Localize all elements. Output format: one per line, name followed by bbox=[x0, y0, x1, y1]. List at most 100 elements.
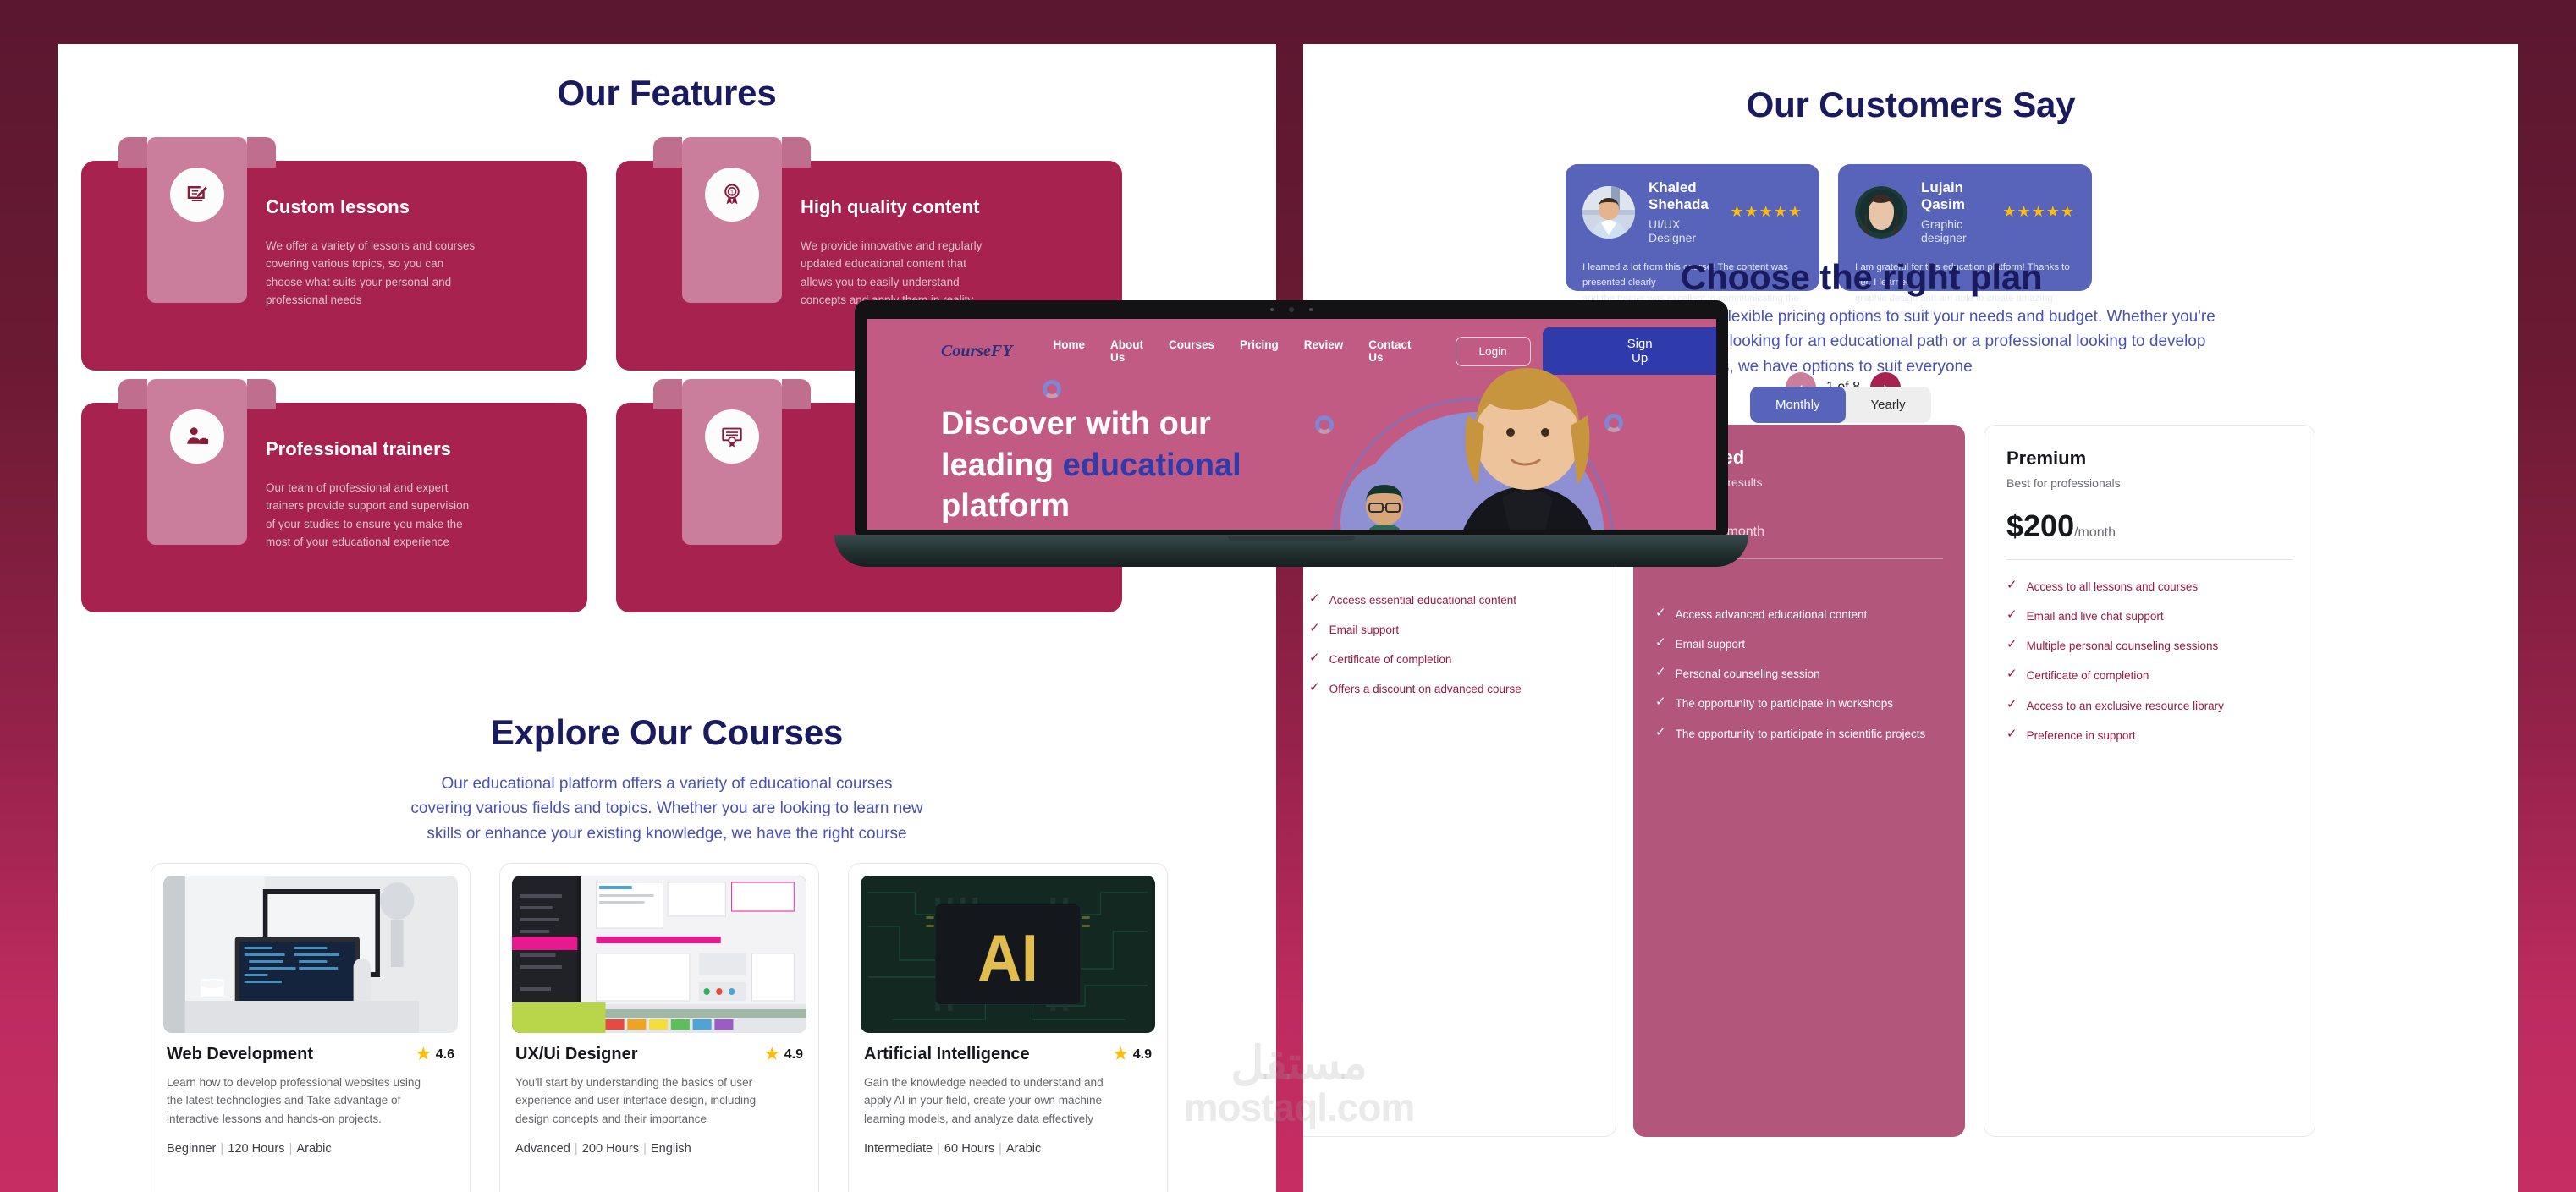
check-icon: ✓ bbox=[2006, 607, 2017, 623]
hero-title-accent: educational bbox=[1062, 447, 1241, 483]
course-card[interactable]: AI AI Artificial Intelligence bbox=[848, 863, 1168, 1192]
course-thumbnail-artificial-intelligence: AI AI bbox=[861, 876, 1155, 1033]
medal-icon: 1 bbox=[705, 168, 759, 222]
right-panel: Our Customers Say Khaled Shehada UI/UX D… bbox=[1303, 44, 2518, 1192]
feature-title: High quality content bbox=[801, 196, 980, 217]
nav-link-about-us[interactable]: About Us bbox=[1110, 338, 1143, 364]
plan-feature: ✓ Email support bbox=[1655, 635, 1746, 651]
avatar bbox=[1855, 185, 1907, 239]
site-logo[interactable]: CourseFY bbox=[941, 342, 1012, 361]
hero-title: Discover with our leading educational pl… bbox=[941, 404, 1381, 527]
testimonial-role: Graphic designer bbox=[1921, 217, 1967, 244]
hero-title-line-3: platform bbox=[941, 488, 1070, 525]
course-description: You'll start by understanding the basics… bbox=[515, 1076, 757, 1125]
course-card[interactable]: UX/Ui Designer ★ 4.9 You'll start by und… bbox=[499, 863, 819, 1192]
courses-heading: Explore Our Courses bbox=[490, 712, 844, 752]
laptop-mockup: CourseFY Home About Us Courses Pricing R… bbox=[834, 300, 1748, 567]
nav-link-pricing[interactable]: Pricing bbox=[1240, 338, 1279, 364]
check-icon: ✓ bbox=[1655, 665, 1666, 680]
laptop-camera bbox=[1270, 307, 1313, 312]
feature-card-custom-lessons[interactable]: Custom lessons We offer a variety of les… bbox=[81, 137, 587, 371]
billing-period-toggle[interactable]: Monthly Yearly bbox=[1750, 387, 1931, 423]
feature-title: Custom lessons bbox=[266, 196, 410, 217]
feature-icon-tab: 1 bbox=[653, 137, 811, 303]
feature-icon-tab bbox=[118, 379, 276, 545]
course-name: Web Development bbox=[167, 1045, 313, 1063]
course-language: English bbox=[650, 1142, 691, 1156]
laptop-lid: CourseFY Home About Us Courses Pricing R… bbox=[855, 300, 1728, 535]
check-icon: ✓ bbox=[1655, 606, 1666, 620]
check-icon: ✓ bbox=[2006, 578, 2017, 592]
feature-description: We provide innovative and regularly upda… bbox=[801, 239, 983, 306]
course-rating: ★ 4.6 bbox=[416, 1046, 454, 1063]
testimonial-role: UI/UX Designer bbox=[1649, 217, 1697, 244]
divider bbox=[2006, 559, 2293, 560]
feature-description: We offer a variety of lessons and course… bbox=[266, 239, 476, 306]
nav-link-home[interactable]: Home bbox=[1053, 338, 1085, 364]
course-card[interactable]: Web Development ★ 4.6 Learn how to devel… bbox=[151, 863, 471, 1192]
course-rating-value: 4.6 bbox=[435, 1046, 454, 1062]
svg-text:1: 1 bbox=[730, 190, 734, 196]
check-icon: ✓ bbox=[2006, 667, 2017, 682]
check-icon: ✓ bbox=[1309, 651, 1320, 666]
check-icon: ✓ bbox=[1309, 591, 1320, 606]
svg-text:AI: AI bbox=[977, 920, 1038, 994]
check-icon: ✓ bbox=[1655, 695, 1666, 710]
plan-feature: ✓ Preference in support bbox=[2006, 726, 2136, 742]
plan-feature: ✓ Access to all lessons and courses bbox=[2006, 578, 2199, 593]
course-name: UX/Ui Designer bbox=[515, 1045, 638, 1063]
toggle-monthly[interactable]: Monthly bbox=[1750, 387, 1846, 423]
toggle-yearly[interactable]: Yearly bbox=[1846, 387, 1931, 423]
check-icon: ✓ bbox=[2006, 726, 2017, 741]
testimonial-author: Khaled Shehada bbox=[1649, 179, 1709, 212]
course-rating: ★ 4.9 bbox=[765, 1046, 803, 1063]
plan-feature: ✓ Access essential educational content bbox=[1309, 591, 1516, 607]
plan-feature: ✓ Multiple personal counseling sessions bbox=[2006, 637, 2219, 653]
courses-subtitle: Our educational platform offers a variet… bbox=[410, 775, 923, 843]
course-meta: Beginner | 120 Hours | Arabic bbox=[167, 1142, 332, 1156]
course-rating: ★ 4.9 bbox=[1114, 1046, 1152, 1063]
plan-feature: ✓ The opportunity to participate in scien… bbox=[1655, 724, 1926, 740]
course-description: Gain the knowledge needed to understand … bbox=[864, 1076, 1104, 1125]
plan-price: $200/month bbox=[2006, 508, 2116, 543]
testimonial-author: Lujain Qasim bbox=[1921, 179, 1965, 212]
course-level: Advanced bbox=[515, 1142, 570, 1156]
rating-stars: ★★★★★ bbox=[2002, 203, 2075, 220]
plan-tagline: Best for professionals bbox=[2006, 476, 2121, 490]
hero-title-line-2a: leading bbox=[941, 447, 1063, 483]
plan-card-premium[interactable]: Premium Best for professionals $200/mont… bbox=[1984, 425, 2315, 1137]
trainer-icon bbox=[170, 409, 224, 464]
avatar bbox=[1582, 185, 1635, 239]
course-rating-value: 4.9 bbox=[784, 1046, 803, 1062]
star-icon: ★ bbox=[416, 1046, 431, 1063]
plan-feature: ✓ Certificate of completion bbox=[1309, 651, 1452, 667]
feature-description: Our team of professional and expert trai… bbox=[266, 481, 470, 548]
course-meta: Advanced | 200 Hours | English bbox=[515, 1142, 691, 1156]
student-photo-female-main bbox=[1405, 360, 1650, 530]
hero-illustration bbox=[1327, 363, 1682, 530]
laptop-base bbox=[834, 535, 1748, 567]
plan-feature: ✓ Access advanced educational content bbox=[1655, 606, 1868, 621]
feature-card-professional-trainers[interactable]: Professional trainers Our team of profes… bbox=[81, 379, 587, 612]
course-level: Intermediate bbox=[864, 1142, 933, 1156]
course-name: Artificial Intelligence bbox=[864, 1045, 1030, 1063]
course-hours: 60 Hours bbox=[944, 1142, 995, 1156]
pricing-heading: Choose the right plan bbox=[1681, 257, 2043, 297]
course-language: Arabic bbox=[1005, 1142, 1042, 1156]
rating-stars: ★★★★★ bbox=[1730, 203, 1803, 220]
check-icon: ✓ bbox=[1309, 680, 1320, 695]
nav-link-review[interactable]: Review bbox=[1304, 338, 1344, 364]
certificate-icon bbox=[705, 409, 759, 464]
plan-name: Premium bbox=[2006, 448, 2087, 469]
laptop-screen: CourseFY Home About Us Courses Pricing R… bbox=[867, 319, 1716, 530]
hero-title-line-1: Discover with our bbox=[941, 406, 1211, 442]
course-language: Arabic bbox=[296, 1142, 332, 1156]
plan-feature: ✓ Email support bbox=[1309, 621, 1400, 637]
site-nav-links: Home About Us Courses Pricing Review Con… bbox=[1053, 338, 1411, 364]
plan-feature: ✓ The opportunity to participate in works… bbox=[1655, 695, 1893, 711]
star-icon: ★ bbox=[1113, 1046, 1128, 1063]
feature-icon-tab bbox=[118, 137, 276, 303]
course-thumbnail-web-development bbox=[163, 876, 458, 1033]
nav-link-courses[interactable]: Courses bbox=[1169, 338, 1214, 364]
feature-title: Professional trainers bbox=[266, 438, 451, 459]
